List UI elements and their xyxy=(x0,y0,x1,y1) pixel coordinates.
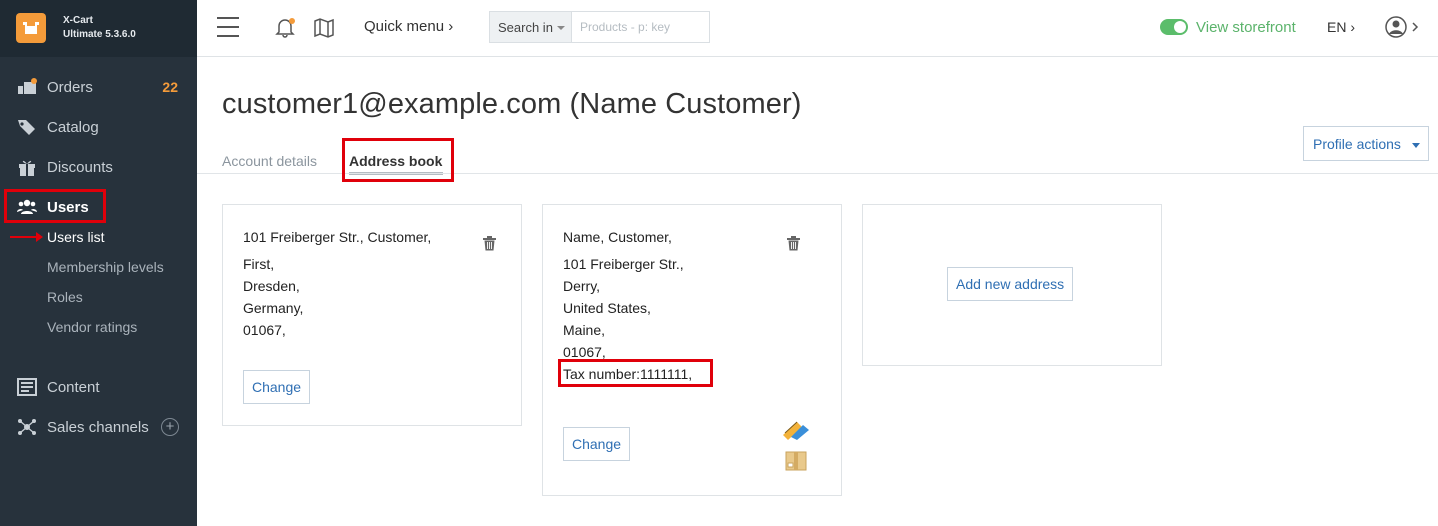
sidebar-subitem-roles[interactable]: Roles xyxy=(47,289,83,305)
address-line: Germany, xyxy=(243,300,304,316)
address-line: 101 Freiberger Str., Customer, xyxy=(243,229,432,245)
change-address-button[interactable]: Change xyxy=(243,370,311,404)
view-storefront-link[interactable]: View storefront xyxy=(1196,19,1296,36)
sidebar-subitem-users-list[interactable]: Users list xyxy=(47,229,105,245)
xcart-logo-icon xyxy=(16,13,46,43)
profile-actions-dropdown[interactable]: Profile actions xyxy=(1303,126,1429,161)
address-line: 01067, xyxy=(243,322,286,338)
profile-actions-label: Profile actions xyxy=(1313,136,1401,152)
billing-address-icon xyxy=(783,421,809,440)
orders-icon xyxy=(18,78,37,94)
chevron-right-icon: › xyxy=(1350,19,1356,35)
gift-icon xyxy=(19,160,35,176)
map-icon[interactable] xyxy=(313,17,335,39)
sidebar: X-Cart Ultimate 5.3.6.0 Orders 22 Catalo… xyxy=(0,0,197,526)
address-card: Name, Customer, 101 Freiberger Str., Der… xyxy=(542,204,842,496)
sidebar-item-label: Content xyxy=(47,378,100,396)
add-address-card: Add new address xyxy=(862,204,1162,366)
sidebar-item-catalog[interactable]: Catalog xyxy=(0,109,197,145)
search-input[interactable] xyxy=(572,12,708,42)
chevron-right-icon: › xyxy=(448,18,454,35)
address-line: 01067, xyxy=(563,344,606,360)
caret-down-icon xyxy=(557,26,565,30)
language-label: EN xyxy=(1327,19,1347,35)
brand-block[interactable]: X-Cart Ultimate 5.3.6.0 xyxy=(0,0,197,57)
highlight-tax-number xyxy=(558,359,713,387)
address-line: Dresden, xyxy=(243,278,300,294)
search-box: Search in xyxy=(489,11,710,43)
shipping-address-icon xyxy=(785,451,807,471)
brand-name: X-Cart xyxy=(63,15,94,26)
change-address-button[interactable]: Change xyxy=(563,427,631,461)
sidebar-item-sales-channels[interactable]: Sales channels + xyxy=(0,409,197,445)
address-line: Derry, xyxy=(563,278,601,294)
tag-icon xyxy=(18,120,35,135)
trash-icon[interactable] xyxy=(483,236,496,251)
sidebar-item-content[interactable]: Content xyxy=(0,369,197,405)
sidebar-item-discounts[interactable]: Discounts xyxy=(0,149,197,185)
search-in-select[interactable]: Search in xyxy=(490,12,572,42)
bell-notification-icon[interactable] xyxy=(274,16,296,38)
add-sales-channel-icon[interactable]: + xyxy=(161,418,179,436)
quick-menu-label: Quick menu xyxy=(364,18,445,35)
sidebar-item-label: Orders xyxy=(47,78,93,96)
address-line: United States, xyxy=(563,300,651,316)
add-new-address-button[interactable]: Add new address xyxy=(947,267,1074,301)
sidebar-item-label: Discounts xyxy=(47,158,113,176)
top-header: Quick menu › Search in View storefront E… xyxy=(197,0,1438,57)
hamburger-menu-icon[interactable] xyxy=(217,17,239,37)
highlight-users xyxy=(4,189,106,223)
sidebar-item-label: Sales channels xyxy=(47,418,149,436)
sales-channels-icon xyxy=(18,419,36,435)
page-title: customer1@example.com (Name Customer) xyxy=(222,88,802,120)
address-card: 101 Freiberger Str., Customer, First, Dr… xyxy=(222,204,522,426)
sidebar-item-label: Catalog xyxy=(47,118,99,136)
address-line: First, xyxy=(243,256,275,272)
language-selector[interactable]: EN › xyxy=(1327,19,1355,35)
quick-menu-button[interactable]: Quick menu › xyxy=(364,18,453,35)
sidebar-item-orders[interactable]: Orders 22 xyxy=(0,69,197,105)
trash-icon[interactable] xyxy=(787,236,800,251)
tab-account-details[interactable]: Account details xyxy=(222,153,317,169)
orders-count-badge: 22 xyxy=(162,79,178,95)
caret-down-icon xyxy=(1412,143,1420,148)
address-line: Name, Customer, xyxy=(563,229,672,245)
search-in-label: Search in xyxy=(498,20,553,35)
content-icon xyxy=(17,378,37,396)
highlight-address-book xyxy=(342,138,454,182)
brand-version: Ultimate 5.3.6.0 xyxy=(63,29,136,40)
user-account-icon[interactable] xyxy=(1385,16,1421,38)
storefront-toggle[interactable] xyxy=(1160,19,1188,35)
red-arrow-icon xyxy=(10,232,43,242)
address-line: Maine, xyxy=(563,322,606,338)
sidebar-subitem-membership-levels[interactable]: Membership levels xyxy=(47,259,164,275)
address-line: 101 Freiberger Str., xyxy=(563,256,684,272)
sidebar-subitem-vendor-ratings[interactable]: Vendor ratings xyxy=(47,319,137,335)
